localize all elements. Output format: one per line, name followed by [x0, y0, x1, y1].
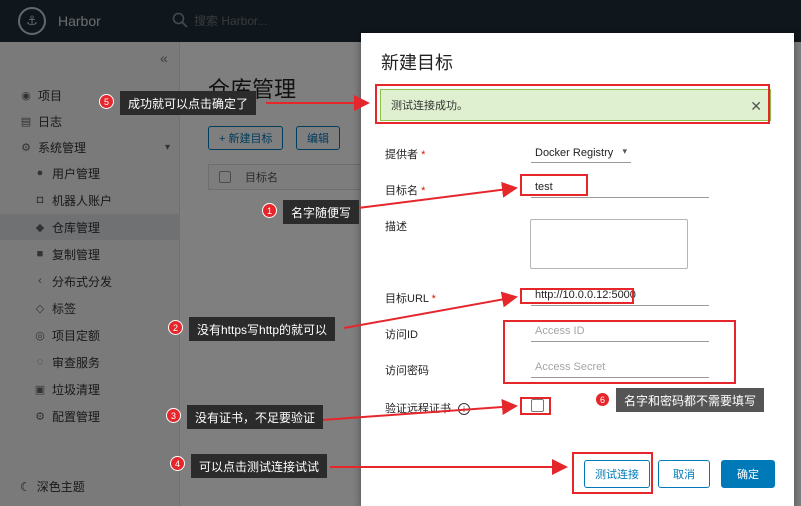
annotation-badge-6: 6	[595, 392, 610, 407]
annotation-6: 名字和密码都不需要填写	[616, 388, 765, 412]
credentials-highlight-box	[503, 320, 736, 384]
chevron-down-icon: ▾	[622, 146, 627, 156]
ok-button[interactable]: 确定	[721, 460, 775, 488]
annotation-3: 没有证书，不足要验证	[187, 405, 324, 429]
provider-select[interactable]: Docker Registry ▾	[531, 143, 631, 163]
access-secret-label: 访问密码	[385, 365, 429, 377]
required-mark: *	[431, 293, 436, 305]
name-label: 目标名 *	[385, 182, 425, 198]
annotation-badge-3: 3	[166, 408, 181, 423]
required-mark: *	[421, 149, 426, 161]
annotation-1: 名字随便写	[283, 200, 360, 224]
cancel-button[interactable]: 取消	[658, 460, 710, 488]
annotation-badge-4: 4	[170, 456, 185, 471]
annotation-2: 没有https写http的就可以	[189, 317, 336, 341]
verify-cert-label: 验证远程证书 i	[385, 400, 471, 416]
info-icon[interactable]: i	[458, 403, 471, 416]
provider-label: 提供者 *	[385, 146, 425, 162]
description-label: 描述	[385, 221, 407, 233]
test-button-highlight-box	[572, 452, 653, 494]
annotation-5: 成功就可以点击确定了	[120, 91, 257, 115]
url-highlight-box	[520, 288, 634, 304]
annotation-badge-1: 1	[262, 203, 277, 218]
checkbox-highlight-box	[520, 397, 551, 415]
url-label-text: 目标URL	[385, 293, 429, 305]
provider-label-text: 提供者	[385, 149, 418, 161]
name-highlight-box	[520, 174, 588, 196]
annotation-badge-2: 2	[168, 320, 183, 335]
access-id-label: 访问ID	[385, 329, 418, 341]
annotation-badge-5: 5	[99, 94, 114, 109]
description-textarea[interactable]	[530, 219, 688, 269]
annotation-4: 可以点击测试连接试试	[191, 454, 328, 478]
verify-cert-label-text: 验证远程证书	[385, 403, 451, 415]
alert-highlight-box	[375, 84, 770, 124]
url-label: 目标URL *	[385, 290, 436, 306]
provider-value: Docker Registry	[535, 146, 614, 159]
name-label-text: 目标名	[385, 185, 418, 197]
required-mark: *	[421, 185, 426, 197]
dialog-title: 新建目标	[381, 53, 453, 73]
